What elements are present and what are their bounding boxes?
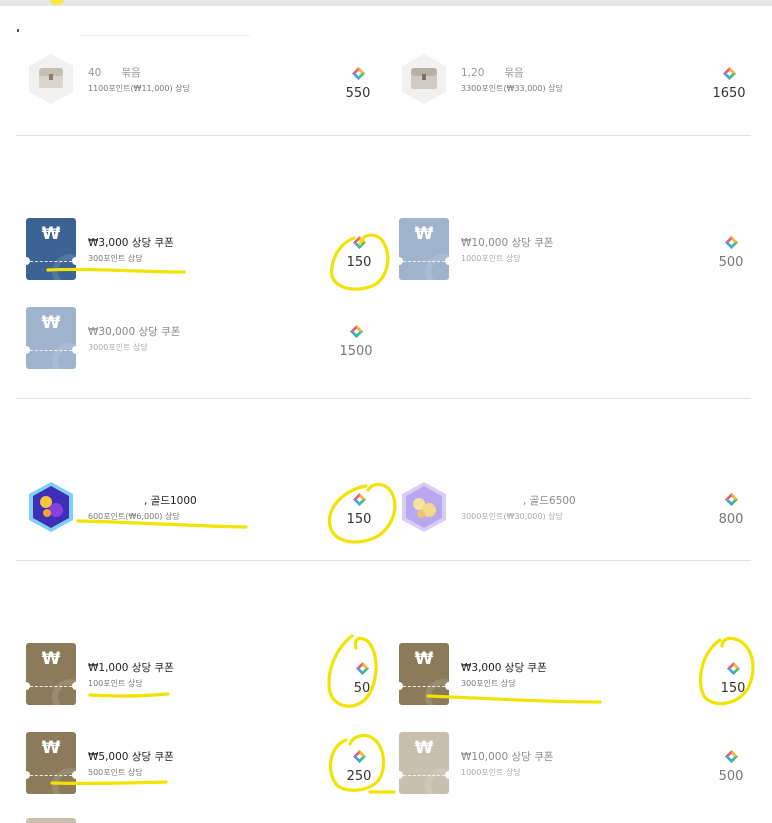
item-title-tail: 묶음 bbox=[504, 67, 524, 79]
coupon-thumbnail: ₩ bbox=[399, 643, 449, 705]
item-title: ₩5,000 상당 쿠폰 bbox=[88, 751, 174, 763]
shop-item-coupon-10000[interactable]: ₩ ₩10,000 상당 쿠폰 1000포인트 상당 500 bbox=[399, 218, 754, 280]
shop-item-coupon-10000-gold[interactable]: ₩ ₩10,000 상당 쿠폰 1000포인트 상당 500 bbox=[399, 732, 754, 794]
won-icon: ₩ bbox=[414, 649, 434, 669]
treasure-chest-icon bbox=[26, 52, 76, 106]
price-value: 1650 bbox=[712, 86, 746, 101]
price-value: 500 bbox=[718, 255, 744, 270]
won-icon: ₩ bbox=[41, 224, 61, 244]
price-value: 150 bbox=[346, 512, 372, 527]
yellow-marker bbox=[50, 0, 64, 5]
gem-icon bbox=[725, 493, 738, 506]
item-title: 1,20 bbox=[461, 67, 485, 79]
item-title: ₩1,000 상당 쿠폰 bbox=[88, 662, 174, 674]
gem-icon bbox=[356, 662, 369, 675]
item-title: ₩10,000 상당 쿠폰 bbox=[461, 751, 554, 763]
price-tag: 150 bbox=[339, 236, 379, 270]
section-divider bbox=[16, 398, 751, 399]
item-title: ₩3,000 상당 쿠폰 bbox=[461, 662, 547, 674]
coupon-thumbnail: ₩ bbox=[26, 307, 76, 369]
item-subtitle: 1000포인트 상당 bbox=[461, 768, 521, 777]
shop-item-chest-2[interactable]: 1,20 묶음 3300포인트(₩33,000) 상당 1650 bbox=[399, 48, 754, 110]
gem-icon bbox=[353, 493, 366, 506]
item-subtitle: 1000포인트 상당 bbox=[461, 254, 521, 263]
won-icon: ₩ bbox=[414, 224, 434, 244]
price-tag: 250 bbox=[339, 750, 379, 784]
coupon-thumbnail: ₩ bbox=[26, 732, 76, 794]
price-tag: 500 bbox=[711, 236, 751, 270]
price-tag: 1650 bbox=[709, 67, 749, 101]
won-icon: ₩ bbox=[414, 738, 434, 758]
price-value: 550 bbox=[345, 86, 371, 101]
shop-item-gold-6500[interactable]: , 골드6500 3000포인트(₩30,000) 상당 800 bbox=[399, 476, 754, 538]
shop-item-gold-1000[interactable]: , 골드1000 600포인트(₩6,000) 상당 150 bbox=[26, 476, 376, 538]
gold-coins-icon bbox=[26, 480, 76, 534]
item-title: ₩3,000 상당 쿠폰 bbox=[88, 237, 174, 249]
faint-line bbox=[80, 35, 250, 36]
gem-icon bbox=[350, 325, 363, 338]
gem-icon bbox=[353, 236, 366, 249]
top-scrollbar-strip bbox=[0, 0, 772, 6]
item-subtitle: 600포인트(₩6,000) 상당 bbox=[88, 512, 180, 521]
item-title: , 골드1000 bbox=[144, 495, 197, 507]
item-subtitle: 100포인트 상당 bbox=[88, 679, 143, 688]
price-tag: 1500 bbox=[336, 325, 376, 359]
item-subtitle: 3000포인트(₩30,000) 상당 bbox=[461, 512, 563, 521]
price-tag: 550 bbox=[338, 67, 378, 101]
won-icon: ₩ bbox=[41, 738, 61, 758]
gem-icon bbox=[352, 67, 365, 80]
item-title: , 골드6500 bbox=[523, 495, 576, 507]
item-subtitle: 500포인트 상당 bbox=[88, 768, 143, 777]
gem-icon bbox=[353, 750, 366, 763]
price-tag: 150 bbox=[339, 493, 379, 527]
price-value: 1500 bbox=[339, 344, 373, 359]
coupon-thumbnail: ₩ bbox=[26, 218, 76, 280]
price-value: 800 bbox=[718, 512, 744, 527]
price-value: 50 bbox=[353, 681, 371, 696]
item-title: ₩30,000 상당 쿠폰 bbox=[88, 326, 181, 338]
gem-icon bbox=[727, 662, 740, 675]
treasure-chest-icon bbox=[399, 52, 449, 106]
gem-icon bbox=[725, 750, 738, 763]
gold-coins-icon bbox=[399, 480, 449, 534]
item-subtitle: 3000포인트 상당 bbox=[88, 343, 148, 352]
shop-item-coupon-3000[interactable]: ₩ ₩3,000 상당 쿠폰 300포인트 상당 150 bbox=[26, 218, 376, 280]
price-value: 500 bbox=[718, 769, 744, 784]
item-title-tail: 묶음 bbox=[121, 67, 141, 79]
price-value: 150 bbox=[346, 255, 372, 270]
item-subtitle: 3300포인트(₩33,000) 상당 bbox=[461, 84, 563, 93]
coupon-thumbnail: ₩ bbox=[399, 732, 449, 794]
price-value: 250 bbox=[346, 769, 372, 784]
item-subtitle: 300포인트 상당 bbox=[461, 679, 516, 688]
shop-item-coupon-5000[interactable]: ₩ ₩5,000 상당 쿠폰 500포인트 상당 250 bbox=[26, 732, 376, 794]
price-value: 150 bbox=[720, 681, 746, 696]
coupon-thumbnail: ₩ bbox=[399, 218, 449, 280]
shop-item-chest-1[interactable]: 40 묶음 1100포인트(₩11,000) 상당 550 bbox=[26, 48, 376, 110]
next-item-thumbnail bbox=[26, 818, 76, 823]
price-tag: 150 bbox=[713, 662, 753, 696]
won-icon: ₩ bbox=[41, 313, 61, 333]
item-subtitle: 1100포인트(₩11,000) 상당 bbox=[88, 84, 190, 93]
tick-mark bbox=[17, 29, 19, 32]
shop-item-coupon-1000[interactable]: ₩ ₩1,000 상당 쿠폰 100포인트 상당 50 bbox=[26, 643, 376, 705]
item-title: ₩10,000 상당 쿠폰 bbox=[461, 237, 554, 249]
item-subtitle: 300포인트 상당 bbox=[88, 254, 143, 263]
gem-icon bbox=[725, 236, 738, 249]
section-divider bbox=[16, 135, 751, 136]
coupon-thumbnail: ₩ bbox=[26, 643, 76, 705]
item-title: 40 bbox=[88, 67, 102, 79]
section-divider bbox=[16, 560, 751, 561]
gem-icon bbox=[723, 67, 736, 80]
price-tag: 800 bbox=[711, 493, 751, 527]
price-tag: 50 bbox=[342, 662, 382, 696]
won-icon: ₩ bbox=[41, 649, 61, 669]
shop-item-coupon-3000-gold[interactable]: ₩ ₩3,000 상당 쿠폰 300포인트 상당 150 bbox=[399, 643, 754, 705]
shop-item-coupon-30000[interactable]: ₩ ₩30,000 상당 쿠폰 3000포인트 상당 1500 bbox=[26, 307, 376, 369]
price-tag: 500 bbox=[711, 750, 751, 784]
